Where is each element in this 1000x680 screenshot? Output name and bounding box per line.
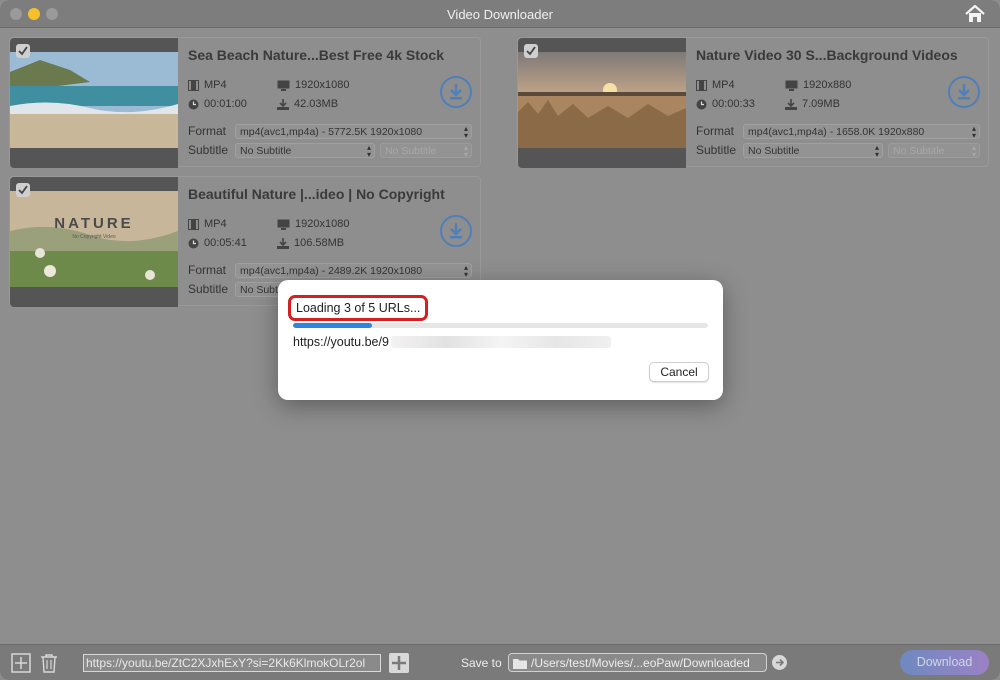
format-select[interactable]: mp4(avc1,mp4a) - 5772.5K 1920x1080 ▴ ▾ [235,124,472,139]
chevron-updown-icon: ▴ ▾ [463,143,468,158]
progress-fill [293,323,372,328]
loading-status-text: Loading 3 of 5 URLs... [288,295,429,321]
redacted-url-blur [391,336,611,348]
clock-icon [188,99,199,109]
format-label: Format [696,124,735,138]
download-arrow-icon [958,84,970,100]
download-video-button[interactable] [440,215,472,247]
subtitle-select[interactable]: No Subtitle ▴ ▾ [743,143,883,158]
chevron-updown-icon: ▴ ▾ [366,143,371,158]
download-video-button[interactable] [948,76,980,108]
film-icon [188,218,199,230]
trash-icon[interactable] [39,653,59,673]
chevron-updown-icon: ▴ ▾ [463,263,468,278]
chevron-updown-icon: ▴ ▾ [971,124,976,139]
clock-icon [696,99,707,109]
subtitle-label: Subtitle [696,143,737,157]
film-icon [696,79,707,91]
url-input[interactable]: https://youtu.be/ZtC2XJxhExY?si=2Kk6Klmo… [83,654,381,672]
folder-icon [513,659,527,669]
format-select[interactable]: mp4(avc1,mp4a) - 2489.2K 1920x1080 ▴ ▾ [235,263,472,278]
video-duration: 00:01:00 [204,98,247,110]
loading-progress-bar [293,323,708,328]
save-to-label: Save to [461,656,502,670]
video-title: Sea Beach Nature...Best Free 4k Stock [188,47,445,63]
chevron-updown-icon: ▴ ▾ [463,124,468,139]
video-card: Sea Beach Nature...Best Free 4k Stock MP… [9,37,481,168]
video-duration: 00:05:41 [204,237,247,249]
download-button[interactable]: Download [900,650,989,675]
video-duration: 00:00:33 [712,98,755,110]
thumbnail-subtext: No Copyright Video [72,234,116,240]
subtitle-language-select[interactable]: No Subtitle ▴ ▾ [888,143,980,158]
video-container: MP4 [204,218,227,230]
bottom-toolbar: https://youtu.be/ZtC2XJxhExY?si=2Kk6Klmo… [0,644,1000,680]
video-size: 7.09MB [802,98,840,110]
app-window: Video Downloader Sea Beach Nature...Best… [0,0,1000,680]
select-checkbox[interactable] [524,44,538,58]
arrow-right-icon [776,658,785,667]
add-icon[interactable] [11,653,31,673]
download-video-button[interactable] [440,76,472,108]
add-url-button[interactable] [389,653,409,673]
format-label: Format [188,263,227,277]
video-container: MP4 [712,79,735,91]
film-icon [188,79,199,91]
title-bar: Video Downloader [0,0,1000,28]
video-size: 42.03MB [294,98,339,110]
subtitle-language-select[interactable]: No Subtitle ▴ ▾ [380,143,472,158]
download-arrow-icon [450,84,462,100]
subtitle-label: Subtitle [188,282,229,296]
video-thumbnail: NATURE No Copyright Video [10,177,178,307]
video-resolution: 1920x1080 [295,79,350,91]
video-resolution: 1920x1080 [295,218,350,230]
select-checkbox[interactable] [16,44,30,58]
video-thumbnail [518,38,686,168]
video-thumbnail [10,38,178,168]
select-checkbox[interactable] [16,183,30,197]
clock-icon [188,238,199,248]
home-icon[interactable] [964,4,986,24]
video-title: Nature Video 30 S...Background Videos [696,47,958,63]
video-resolution: 1920x880 [803,79,852,91]
window-title: Video Downloader [447,7,553,22]
chevron-updown-icon: ▴ ▾ [874,143,879,158]
plus-icon [392,656,406,670]
save-path-field[interactable]: /Users/test/Movies/...eoPaw/Downloaded [508,653,767,672]
current-url-text: https://youtu.be/9 [293,335,389,349]
chevron-updown-icon: ▴ ▾ [971,143,976,158]
subtitle-label: Subtitle [188,143,229,157]
download-size-icon [277,237,289,249]
monitor-icon [277,80,290,91]
thumbnail-text: NATURE [54,215,134,232]
loading-dialog: Loading 3 of 5 URLs... https://youtu.be/… [278,280,723,400]
download-arrow-icon [450,223,462,239]
monitor-icon [277,219,290,230]
format-select[interactable]: mp4(avc1,mp4a) - 1658.0K 1920x880 ▴ ▾ [743,124,980,139]
video-size: 106.58MB [294,237,345,249]
download-size-icon [785,98,797,110]
format-label: Format [188,124,227,138]
video-container: MP4 [204,79,227,91]
cancel-button[interactable]: Cancel [649,362,709,382]
download-size-icon [277,98,289,110]
open-folder-button[interactable] [772,655,787,670]
save-path-text: /Users/test/Movies/...eoPaw/Downloaded [531,656,750,670]
monitor-icon [785,80,798,91]
video-title: Beautiful Nature |...ideo | No Copyright [188,186,445,202]
video-card: Nature Video 30 S...Background Videos MP… [517,37,989,168]
subtitle-select[interactable]: No Subtitle ▴ ▾ [235,143,375,158]
